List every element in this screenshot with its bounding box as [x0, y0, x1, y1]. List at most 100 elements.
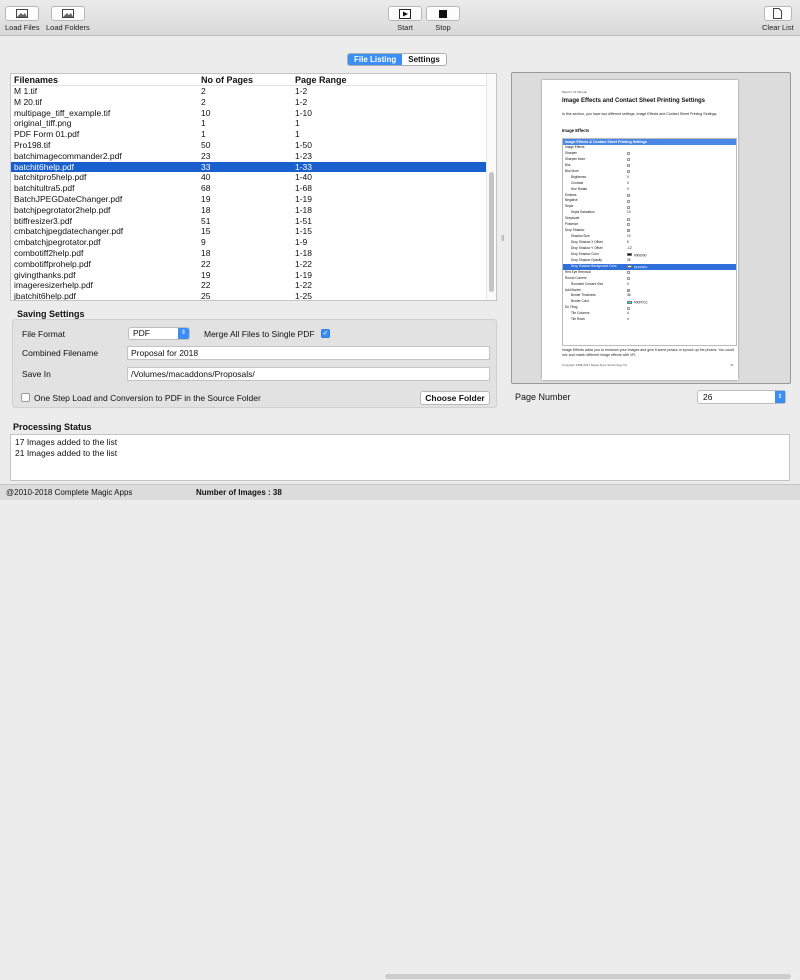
table-row[interactable]: combotiff2help.pdf 18 1-18 — [11, 248, 496, 259]
preview-setting-value: #FFFFFF — [634, 265, 648, 270]
page-footer-text: Image Effects allow you to enhance your … — [562, 348, 734, 357]
column-header-range[interactable]: Page Range — [295, 74, 475, 85]
cell-range: 1-33 — [295, 161, 313, 172]
start-label: Start — [397, 23, 413, 32]
checkbox-icon — [627, 164, 630, 168]
cell-filename: batchimagecommander2.pdf — [14, 150, 122, 161]
clear-list-button[interactable]: Clear List — [762, 6, 794, 32]
table-row[interactable]: jbatchit6help.pdf 25 1-25 — [11, 291, 496, 301]
checkbox-icon — [627, 276, 630, 280]
stop-button[interactable]: Stop — [426, 6, 460, 32]
cell-range: 1 — [295, 118, 300, 129]
cell-pages: 19 — [201, 269, 211, 280]
cell-pages: 68 — [201, 183, 211, 194]
checkbox-icon — [627, 170, 630, 174]
load-files-button[interactable]: Load Files — [5, 6, 40, 32]
split-handle[interactable]: ‖ — [501, 234, 506, 244]
checkbox-icon — [627, 199, 630, 203]
cell-filename: givingthanks.pdf — [14, 269, 76, 280]
cell-filename: multipage_tiff_example.tif — [14, 107, 111, 118]
cell-pages: 25 — [201, 291, 211, 301]
cell-filename: cmbatchjpegrotator.pdf — [14, 237, 101, 248]
table-row[interactable]: multipage_tiff_example.tif 10 1-10 — [11, 108, 496, 119]
choose-folder-button[interactable]: Choose Folder — [420, 391, 490, 405]
table-row[interactable]: M 20.tif 2 1-2 — [11, 97, 496, 108]
file-format-label: File Format — [22, 329, 65, 339]
table-row[interactable]: imageresizerhelp.pdf 22 1-22 — [11, 280, 496, 291]
table-row[interactable]: batchit6help.pdf 33 1-33 — [11, 161, 496, 173]
load-folders-button[interactable]: Load Folders — [46, 6, 90, 32]
cell-filename: batchit6help.pdf — [14, 161, 75, 172]
scrollbar-thumb[interactable] — [385, 974, 791, 979]
table-row[interactable]: Pro198.tif 50 1-50 — [11, 140, 496, 151]
combined-filename-label: Combined Filename — [22, 348, 99, 358]
file-format-value: PDF — [133, 328, 150, 338]
color-swatch-icon — [627, 265, 632, 269]
table-row[interactable]: BatchJPEGDateChanger.pdf 19 1-19 — [11, 194, 496, 205]
cell-pages: 23 — [201, 150, 211, 161]
table-row[interactable]: givingthanks.pdf 19 1-19 — [11, 270, 496, 281]
one-step-label: One Step Load and Conversion to PDF in t… — [34, 393, 261, 403]
cell-pages: 1 — [201, 118, 206, 129]
cell-filename: M 1.tif — [14, 86, 38, 96]
list-scrollbar[interactable] — [486, 74, 496, 300]
table-row[interactable]: M 1.tif 2 1-2 — [11, 86, 496, 97]
page-number-select[interactable]: 26 ⇕ — [697, 390, 786, 404]
horizontal-scrollbar[interactable] — [384, 973, 794, 980]
table-row[interactable]: batchjpegrotator2help.pdf 18 1-18 — [11, 205, 496, 216]
cell-pages: 33 — [201, 161, 211, 172]
folder-image-icon — [50, 6, 85, 21]
page-copyright: Copyright 1998-2017 Magic Apps Technolog… — [562, 363, 628, 367]
preview-table-row: Tile Rows 4 — [563, 317, 736, 323]
page-number-label: Page Number — [515, 392, 571, 402]
merge-checkbox[interactable]: ✓ — [321, 329, 330, 338]
cell-pages: 2 — [201, 86, 206, 96]
tab-file-listing[interactable]: File Listing — [348, 54, 403, 65]
cell-range: 1-40 — [295, 172, 313, 183]
file-list-table[interactable]: Filenames No of Pages Page Range M 1.tif… — [10, 73, 497, 301]
cell-pages: 10 — [201, 107, 211, 118]
tab-bar: File Listing Settings — [347, 53, 447, 66]
cell-range: 1-2 — [295, 86, 308, 96]
page-number-value: 26 — [703, 392, 713, 402]
start-button[interactable]: Start — [388, 6, 422, 32]
column-header-filenames[interactable]: Filenames — [11, 74, 201, 85]
table-header: Filenames No of Pages Page Range — [11, 74, 496, 86]
cell-filename: imageresizerhelp.pdf — [14, 280, 93, 291]
one-step-checkbox[interactable] — [21, 393, 30, 402]
cell-filename: combotiffprohelp.pdf — [14, 258, 91, 269]
table-row[interactable]: PDF Form 01.pdf 1 1 — [11, 129, 496, 140]
table-row[interactable]: cmbatchjpegdatechanger.pdf 15 1-15 — [11, 226, 496, 237]
checkbox-icon — [627, 288, 630, 292]
tab-settings[interactable]: Settings — [402, 54, 446, 65]
cell-pages: 2 — [201, 96, 206, 107]
table-row[interactable]: batchimagecommander2.pdf 23 1-23 — [11, 151, 496, 162]
processing-status-log[interactable]: 17 Images added to the list 21 Images ad… — [10, 434, 790, 481]
column-header-pages[interactable]: No of Pages — [201, 74, 295, 85]
page-header-text: Batch It v6 Manual — [562, 90, 587, 94]
table-row[interactable]: combotiffprohelp.pdf 22 1-22 — [11, 259, 496, 270]
page-subhead: Image Effects — [562, 128, 590, 133]
cell-filename: PDF Form 01.pdf — [14, 129, 80, 140]
save-in-field[interactable]: /Volumes/macaddons/Proposals/ — [127, 367, 490, 381]
cell-pages: 40 — [201, 172, 211, 183]
cell-range: 1-25 — [295, 291, 313, 301]
cell-range: 1-9 — [295, 237, 308, 248]
checkbox-icon — [627, 152, 630, 156]
cell-filename: batchitpro5help.pdf — [14, 172, 87, 183]
scrollbar-thumb[interactable] — [489, 172, 494, 292]
table-row[interactable]: btiffresizer3.pdf 51 1-51 — [11, 216, 496, 227]
table-row[interactable]: original_tiff.png 1 1 — [11, 118, 496, 129]
checkbox-icon — [627, 306, 630, 310]
file-format-select[interactable]: PDF ⇕ — [128, 327, 190, 340]
cell-range: 1-68 — [295, 183, 313, 194]
table-row[interactable]: cmbatchjpegrotator.pdf 9 1-9 — [11, 237, 496, 248]
processing-status-title: Processing Status — [13, 422, 92, 432]
combined-filename-field[interactable]: Proposal for 2018 — [127, 346, 490, 360]
cell-pages: 50 — [201, 139, 211, 150]
cell-range: 1-18 — [295, 204, 313, 215]
preview-setting-value: #00FFCC — [634, 300, 648, 305]
cell-filename: combotiff2help.pdf — [14, 247, 84, 258]
table-row[interactable]: batchitpro5help.pdf 40 1-40 — [11, 172, 496, 183]
table-row[interactable]: batchitultra5.pdf 68 1-68 — [11, 183, 496, 194]
